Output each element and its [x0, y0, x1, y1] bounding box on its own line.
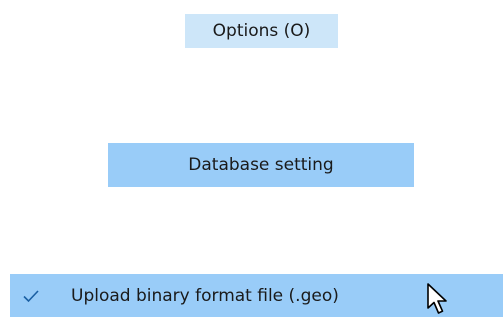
- checkmark-icon: [23, 289, 39, 302]
- mouse-pointer-icon: [427, 283, 447, 314]
- menu-screenshot: Options (O) Database setting Upload bina…: [0, 0, 503, 323]
- upload-binary-geo-label: Upload binary format file (.geo): [71, 285, 339, 306]
- options-menu-item[interactable]: Options (O): [185, 14, 338, 48]
- database-setting-label: Database setting: [188, 155, 334, 175]
- options-menu-label: Options (O): [212, 21, 311, 41]
- database-setting-menu-item[interactable]: Database setting: [108, 143, 414, 187]
